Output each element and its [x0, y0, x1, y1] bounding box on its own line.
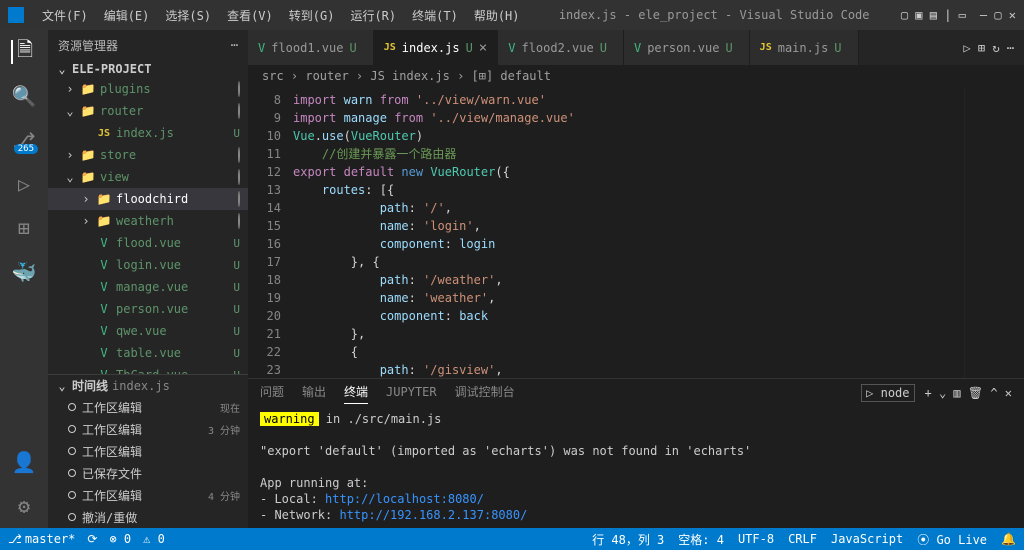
eol-indicator[interactable]: CRLF	[788, 531, 817, 548]
editor-tab[interactable]: JSmain.jsU	[750, 30, 859, 65]
editor-tab[interactable]: Vflood2.vueU	[498, 30, 624, 65]
tree-item[interactable]: Vflood.vueU	[48, 232, 248, 254]
debug-icon[interactable]: ▷	[12, 172, 36, 196]
panel-tab[interactable]: 调试控制台	[455, 383, 515, 403]
branch-indicator[interactable]: ⎇ master*	[8, 532, 75, 546]
tree-item[interactable]: VTbCard.vueU	[48, 364, 248, 374]
docker-icon[interactable]: 🐳	[12, 260, 36, 284]
indent-indicator[interactable]: 空格: 4	[678, 531, 724, 548]
panel-actions[interactable]: ▷ node + ⌄ ▥ 🗑 ^ ✕	[861, 384, 1012, 402]
editor-tab[interactable]: Vflood1.vueU	[248, 30, 374, 65]
editor-tab[interactable]: JSindex.jsU×	[374, 30, 499, 65]
timeline-item[interactable]: 已保存文件	[48, 462, 248, 484]
menu-item[interactable]: 选择(S)	[157, 3, 219, 28]
timeline-item[interactable]: 工作区编辑现在	[48, 396, 248, 418]
menu-item[interactable]: 帮助(H)	[466, 3, 528, 28]
network-url-link[interactable]: http://192.168.2.137:8080/	[339, 508, 527, 522]
menu-item[interactable]: 文件(F)	[34, 3, 96, 28]
tree-item[interactable]: Vperson.vueU	[48, 298, 248, 320]
timeline-item[interactable]: 工作区编辑	[48, 440, 248, 462]
tree-item[interactable]: ›📁store	[48, 144, 248, 166]
tree-item[interactable]: ›📁floodchird	[48, 188, 248, 210]
warnings-indicator[interactable]: ⚠ 0	[143, 532, 165, 546]
window-controls[interactable]: — ▢ ✕	[980, 8, 1016, 22]
project-section[interactable]: ⌄ELE-PROJECT	[48, 60, 248, 78]
local-url-link[interactable]: http://localhost:8080/	[325, 492, 484, 506]
search-icon[interactable]: 🔍	[12, 84, 36, 108]
tab-actions[interactable]: ▷ ⊞ ↻ ⋯	[963, 41, 1024, 55]
panel-tabs: 问题输出终端 JUPYTER 调试控制台 ▷ node + ⌄ ▥ 🗑 ^ ✕	[248, 379, 1024, 407]
main-menu: 文件(F)编辑(E)选择(S)查看(V)转到(G)运行(R)终端(T)帮助(H)	[34, 3, 528, 28]
editor-area: Vflood1.vueUJSindex.jsU×Vflood2.vueUVper…	[248, 30, 1024, 528]
tree-item[interactable]: ⌄📁view	[48, 166, 248, 188]
line-gutter: 89101112131415161718192021222324252627	[248, 87, 293, 378]
menu-item[interactable]: 转到(G)	[281, 3, 343, 28]
tree-item[interactable]: Vqwe.vueU	[48, 320, 248, 342]
menu-item[interactable]: 终端(T)	[404, 3, 466, 28]
activity-bar: 🗎 🔍 ⎇265 ▷ ⊞ 🐳 👤 ⚙	[0, 30, 48, 528]
cursor-position[interactable]: 行 48，列 3	[592, 531, 664, 548]
more-icon[interactable]: ⋯	[231, 38, 238, 52]
panel-tab[interactable]: 终端	[344, 383, 368, 404]
tree-item[interactable]: Vlogin.vueU	[48, 254, 248, 276]
timeline-item[interactable]: 撤消/重做	[48, 506, 248, 528]
tree-item[interactable]: JSindex.jsU	[48, 122, 248, 144]
panel-tab[interactable]: 输出	[302, 383, 326, 403]
menu-item[interactable]: 查看(V)	[219, 3, 281, 28]
timeline-list: 工作区编辑现在工作区编辑3 分钟工作区编辑已保存文件工作区编辑4 分钟撤消/重做	[48, 396, 248, 528]
window-layout-icons[interactable]: ▢ ▣ ▤ | ▭	[901, 8, 966, 22]
explorer-icon[interactable]: 🗎	[11, 40, 35, 64]
tree-item[interactable]: Vtable.vueU	[48, 342, 248, 364]
panel-tab[interactable]: JUPYTER	[386, 385, 437, 402]
code-content[interactable]: import warn from '../view/warn.vue' impo…	[293, 87, 964, 378]
warning-badge: warning	[260, 412, 319, 426]
sidebar-header: 资源管理器 ⋯	[48, 30, 248, 60]
file-tree: ›📁plugins⌄📁routerJSindex.jsU›📁store⌄📁vie…	[48, 78, 248, 374]
minimap[interactable]	[964, 87, 1024, 378]
account-icon[interactable]: 👤	[12, 450, 36, 474]
bottom-panel: 问题输出终端 JUPYTER 调试控制台 ▷ node + ⌄ ▥ 🗑 ^ ✕ war…	[248, 378, 1024, 528]
tree-item[interactable]: ›📁plugins	[48, 78, 248, 100]
go-live-button[interactable]: ⦿ Go Live	[917, 531, 987, 548]
menu-item[interactable]: 运行(R)	[342, 3, 404, 28]
extensions-icon[interactable]: ⊞	[12, 216, 36, 240]
window-title: index.js - ele_project - Visual Studio C…	[530, 8, 899, 22]
sidebar: 资源管理器 ⋯ ⌄ELE-PROJECT ›📁plugins⌄📁routerJS…	[48, 30, 248, 528]
timeline-item[interactable]: 工作区编辑3 分钟	[48, 418, 248, 440]
scm-icon[interactable]: ⎇265	[12, 128, 36, 152]
breadcrumb[interactable]: src › router › JS index.js › [⊞] default	[248, 65, 1024, 87]
editor-tabs: Vflood1.vueUJSindex.jsU×Vflood2.vueUVper…	[248, 30, 1024, 65]
timeline-item[interactable]: 工作区编辑4 分钟	[48, 484, 248, 506]
editor-tab[interactable]: Vperson.vueU	[624, 30, 750, 65]
gear-icon[interactable]: ⚙	[12, 494, 36, 518]
tree-item[interactable]: ›📁weatherh	[48, 210, 248, 232]
code-editor[interactable]: 89101112131415161718192021222324252627 i…	[248, 87, 1024, 378]
sync-button[interactable]: ⟳	[87, 532, 97, 546]
status-bar: ⎇ master* ⟳ ⊗ 0 ⚠ 0 行 48，列 3 空格: 4 UTF-8…	[0, 528, 1024, 550]
encoding-indicator[interactable]: UTF-8	[738, 531, 774, 548]
language-indicator[interactable]: JavaScript	[831, 531, 903, 548]
titlebar: 文件(F)编辑(E)选择(S)查看(V)转到(G)运行(R)终端(T)帮助(H)…	[0, 0, 1024, 30]
vscode-logo-icon	[8, 7, 24, 23]
errors-indicator[interactable]: ⊗ 0	[109, 532, 131, 546]
tree-item[interactable]: Vmanage.vueU	[48, 276, 248, 298]
tree-item[interactable]: ⌄📁router	[48, 100, 248, 122]
panel-tab[interactable]: 问题	[260, 383, 284, 403]
notifications-icon[interactable]: 🔔	[1001, 531, 1016, 548]
terminal-output[interactable]: warning in ./src/main.js "export 'defaul…	[248, 407, 1024, 528]
timeline-section[interactable]: ⌄ 时间线 index.js	[48, 375, 248, 396]
menu-item[interactable]: 编辑(E)	[96, 3, 158, 28]
